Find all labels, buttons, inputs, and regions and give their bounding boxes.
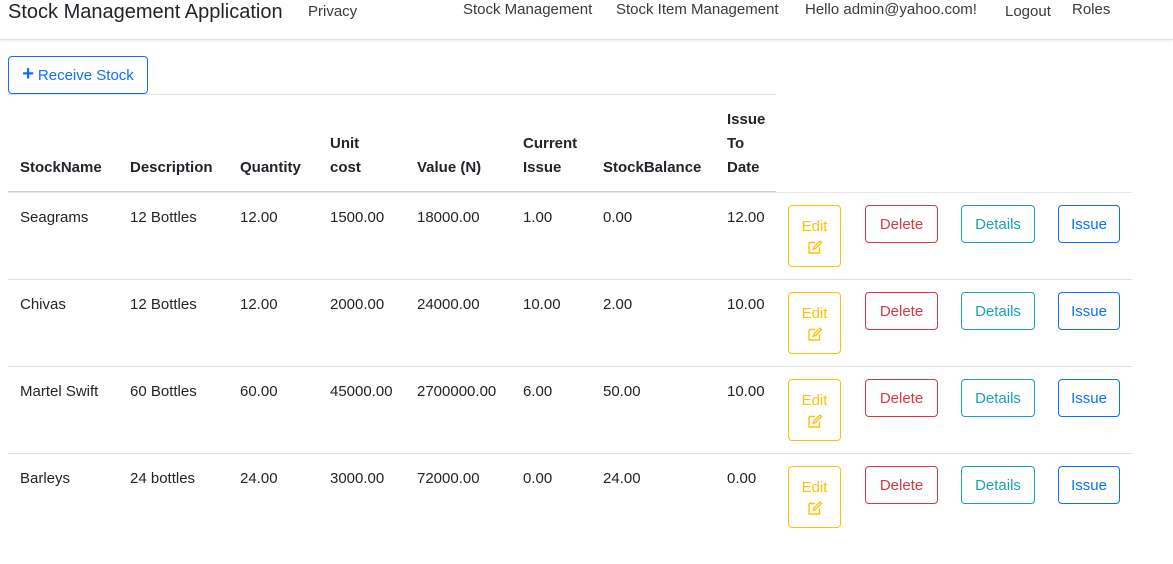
- details-button[interactable]: Details: [961, 466, 1035, 504]
- row-divider: [8, 279, 1132, 280]
- edit-label: Edit: [801, 391, 828, 409]
- cell-stockname: Barleys: [20, 470, 71, 487]
- header-issue-to-date-line3: Date: [727, 159, 760, 176]
- cell-current-issue: 1.00: [523, 209, 553, 226]
- header-current-issue-line1: Current: [523, 135, 578, 152]
- cell-stockname: Martel Swift: [20, 383, 99, 400]
- edit-label: Edit: [801, 217, 828, 235]
- receive-stock-button[interactable]: + Receive Stock: [8, 56, 148, 94]
- edit-icon: [807, 326, 822, 341]
- cell-quantity: 24.00: [240, 470, 278, 487]
- edit-button[interactable]: Edit: [788, 466, 841, 528]
- header-issue-to-date-line1: Issue: [727, 111, 766, 128]
- header-unit-cost-line1: Unit: [330, 135, 360, 152]
- details-button[interactable]: Details: [961, 205, 1035, 243]
- cell-stock-balance: 0.00: [603, 209, 633, 226]
- nav-greeting[interactable]: Hello admin@yahoo.com!: [805, 0, 977, 20]
- issue-button[interactable]: Issue: [1058, 205, 1120, 243]
- header-quantity: Quantity: [240, 159, 301, 176]
- cell-stock-balance: 50.00: [603, 383, 641, 400]
- cell-stockname: Chivas: [20, 296, 66, 313]
- header-stockname: StockName: [20, 159, 102, 176]
- header-description: Description: [130, 159, 213, 176]
- details-button[interactable]: Details: [961, 292, 1035, 330]
- cell-value: 18000.00: [417, 209, 480, 226]
- header-issue-to-date-line2: To: [727, 135, 745, 152]
- cell-value: 2700000.00: [417, 383, 497, 400]
- cell-stockname: Seagrams: [20, 209, 89, 226]
- nav-logout[interactable]: Logout: [1005, 2, 1051, 22]
- header-unit-cost-line2: cost: [330, 159, 361, 176]
- cell-current-issue: 0.00: [523, 470, 553, 487]
- cell-quantity: 60.00: [240, 383, 278, 400]
- cell-description: 12 Bottles: [130, 296, 197, 313]
- nav-stock-item-management[interactable]: Stock Item Management: [616, 0, 779, 20]
- top-navbar: Stock Management Application Privacy Sto…: [0, 0, 1173, 40]
- row-divider: [8, 453, 1132, 454]
- table-top-divider: [8, 94, 776, 95]
- cell-current-issue: 10.00: [523, 296, 561, 313]
- delete-button[interactable]: Delete: [865, 292, 938, 330]
- cell-unit-cost: 3000.00: [330, 470, 385, 487]
- delete-button[interactable]: Delete: [865, 205, 938, 243]
- nav-stock-management[interactable]: Stock Management: [463, 0, 592, 20]
- edit-icon: [807, 500, 822, 515]
- header-value: Value (N): [417, 159, 482, 176]
- cell-quantity: 12.00: [240, 296, 278, 313]
- cell-description: 12 Bottles: [130, 209, 197, 226]
- details-button[interactable]: Details: [961, 379, 1035, 417]
- cell-description: 24 bottles: [130, 470, 196, 487]
- cell-current-issue: 6.00: [523, 383, 553, 400]
- cell-value: 72000.00: [417, 470, 480, 487]
- app-brand[interactable]: Stock Management Application: [8, 0, 283, 25]
- cell-issue-to-date: 10.00: [727, 383, 765, 400]
- edit-icon: [807, 239, 822, 254]
- header-current-issue-line2: Issue: [523, 159, 562, 176]
- cell-issue-to-date: 12.00: [727, 209, 765, 226]
- row-divider: [8, 366, 1132, 367]
- edit-button[interactable]: Edit: [788, 205, 841, 267]
- header-stock-balance: StockBalance: [603, 159, 702, 176]
- cell-unit-cost: 45000.00: [330, 383, 393, 400]
- delete-button[interactable]: Delete: [865, 466, 938, 504]
- cell-stock-balance: 24.00: [603, 470, 641, 487]
- cell-issue-to-date: 10.00: [727, 296, 765, 313]
- receive-stock-label: Receive Stock: [37, 66, 134, 84]
- edit-button[interactable]: Edit: [788, 379, 841, 441]
- edit-label: Edit: [801, 304, 828, 322]
- nav-roles[interactable]: Roles: [1072, 0, 1110, 20]
- edit-icon: [807, 413, 822, 428]
- plus-icon: +: [22, 63, 34, 85]
- row-divider: [8, 192, 1132, 193]
- edit-button[interactable]: Edit: [788, 292, 841, 354]
- issue-button[interactable]: Issue: [1058, 292, 1120, 330]
- cell-quantity: 12.00: [240, 209, 278, 226]
- cell-unit-cost: 1500.00: [330, 209, 385, 226]
- edit-label: Edit: [801, 478, 828, 496]
- issue-button[interactable]: Issue: [1058, 466, 1120, 504]
- delete-button[interactable]: Delete: [865, 379, 938, 417]
- issue-button[interactable]: Issue: [1058, 379, 1120, 417]
- cell-issue-to-date: 0.00: [727, 470, 757, 487]
- nav-privacy[interactable]: Privacy: [308, 2, 357, 22]
- cell-value: 24000.00: [417, 296, 480, 313]
- cell-unit-cost: 2000.00: [330, 296, 385, 313]
- cell-description: 60 Bottles: [130, 383, 197, 400]
- cell-stock-balance: 2.00: [603, 296, 633, 313]
